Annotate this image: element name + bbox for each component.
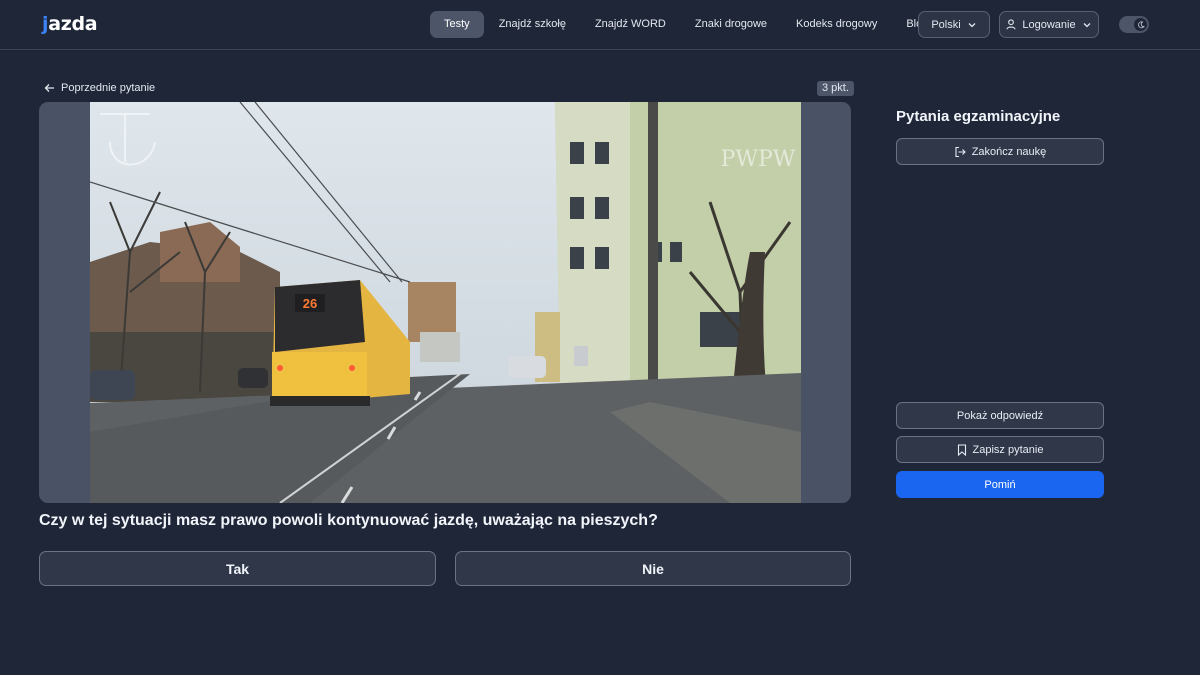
moon-icon [1137, 20, 1145, 28]
chevron-down-icon [1083, 22, 1091, 27]
top-navbar: j azda Testy Znajdź szkołę Znajdź WORD Zn… [0, 0, 1200, 50]
sidebar-title: Pytania egzaminacyjne [896, 108, 1061, 125]
toggle-knob [1134, 18, 1147, 31]
nav-find-word[interactable]: Znajdź WORD [581, 11, 680, 38]
nav-road-signs[interactable]: Znaki drogowe [681, 11, 781, 38]
watermark-label: PWPW [721, 147, 796, 172]
bookmark-icon [957, 443, 966, 456]
language-label: Polski [931, 18, 961, 31]
arrow-left-icon [44, 84, 54, 92]
save-question-label: Zapisz pytanie [972, 443, 1044, 456]
user-icon [1006, 19, 1016, 30]
theme-toggle[interactable] [1119, 16, 1149, 33]
nav-find-school[interactable]: Znajdź szkołę [485, 11, 580, 38]
answer-yes-button[interactable]: Tak [39, 551, 436, 586]
nav-traffic-code[interactable]: Kodeks drogowy [782, 11, 891, 38]
nav-testy[interactable]: Testy [430, 11, 484, 38]
chevron-down-icon [968, 22, 976, 27]
question-photo: 26 PWPW [90, 102, 801, 503]
end-learning-button[interactable]: Zakończ naukę [896, 138, 1104, 165]
points-badge: 3 pkt. [817, 81, 854, 96]
main-nav: Testy Znajdź szkołę Znajdź WORD Znaki dr… [430, 11, 943, 38]
end-learning-label: Zakończ naukę [971, 145, 1047, 158]
question-media: 26 PWPW [39, 102, 851, 503]
language-select[interactable]: Polski [918, 11, 990, 38]
previous-question-label: Poprzednie pytanie [61, 82, 156, 94]
previous-question-link[interactable]: Poprzednie pytanie [44, 80, 155, 96]
login-button[interactable]: Logowanie [999, 11, 1099, 38]
save-question-button[interactable]: Zapisz pytanie [896, 436, 1104, 463]
skip-button[interactable]: Pomiń [896, 471, 1104, 498]
logout-icon [955, 146, 966, 157]
show-answer-button[interactable]: Pokaż odpowiedź [896, 402, 1104, 429]
answer-no-button[interactable]: Nie [455, 551, 851, 586]
logo[interactable]: j azda [42, 11, 98, 37]
tram-number-label: 26 [303, 296, 317, 311]
question-text: Czy w tej sytuacji masz prawo powoli kon… [39, 512, 658, 529]
login-label: Logowanie [1022, 18, 1076, 31]
